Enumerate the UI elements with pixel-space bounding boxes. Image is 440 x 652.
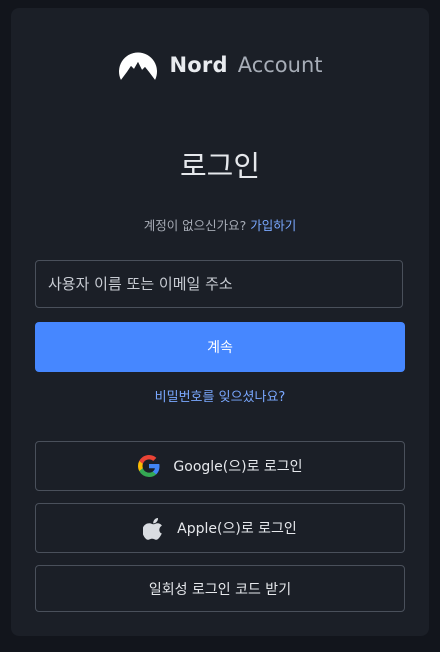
- apple-login-label: Apple(으)로 로그인: [177, 521, 297, 537]
- one-time-code-button[interactable]: 일회성 로그인 코드 받기: [35, 565, 405, 612]
- signup-prompt-text: 계정이 없으신가요?: [143, 218, 247, 233]
- google-login-button[interactable]: Google(으)로 로그인: [35, 441, 405, 491]
- signup-prompt: 계정이 없으신가요? 가입하기: [11, 217, 429, 235]
- login-card: Nord Account 로그인 계정이 없으신가요? 가입하기 계속 비밀번호…: [11, 8, 429, 636]
- signup-link[interactable]: 가입하기: [250, 218, 296, 233]
- apple-icon: [143, 516, 165, 540]
- username-input[interactable]: [35, 260, 403, 308]
- apple-login-button[interactable]: Apple(으)로 로그인: [35, 503, 405, 553]
- page-title: 로그인: [179, 149, 261, 183]
- brand-subtitle: Account: [237, 53, 323, 77]
- nord-logo-icon: [118, 49, 158, 81]
- google-icon: [137, 454, 161, 478]
- continue-button[interactable]: 계속: [35, 322, 405, 372]
- google-login-label: Google(으)로 로그인: [173, 459, 303, 475]
- forgot-password-link[interactable]: 비밀번호를 잊으셨나요?: [11, 389, 429, 407]
- one-time-code-label: 일회성 로그인 코드 받기: [148, 581, 292, 598]
- brand-name: Nord: [169, 53, 228, 77]
- brand-header: Nord Account: [11, 48, 429, 82]
